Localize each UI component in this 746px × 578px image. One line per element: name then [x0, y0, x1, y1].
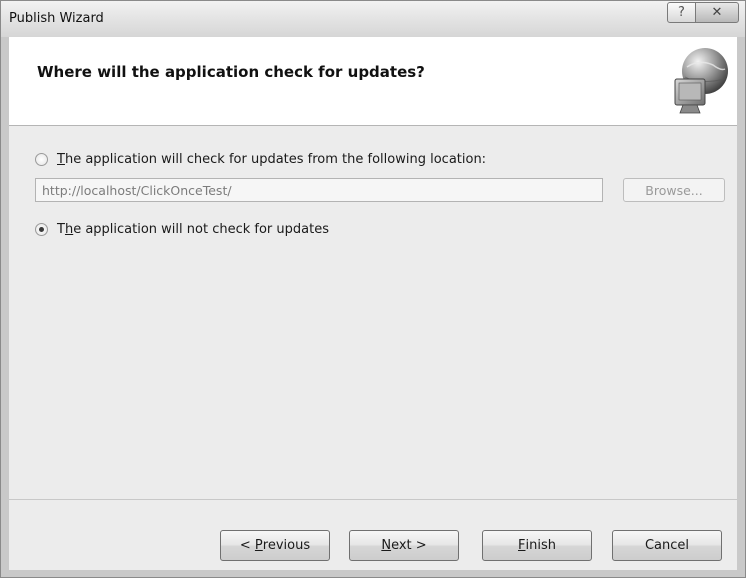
title-bar: Publish Wizard ? ✕ — [1, 1, 745, 37]
finish-button[interactable]: Finish — [482, 530, 592, 561]
no-check-option[interactable]: The application will not check for updat… — [35, 222, 329, 237]
help-icon: ? — [678, 5, 685, 20]
check-location-option[interactable]: The application will check for updates f… — [35, 152, 486, 167]
close-button[interactable]: ✕ — [695, 2, 739, 23]
previous-accel: P — [254, 538, 263, 553]
previous-label: revious — [262, 538, 311, 553]
page-title: Where will the application check for upd… — [37, 63, 425, 81]
no-check-prefix: T — [57, 222, 65, 237]
publish-wizard-dialog: Publish Wizard ? ✕ Where will the applic… — [0, 0, 746, 578]
no-check-text: e application will not check for updates — [73, 222, 329, 237]
wizard-footer: < Previous Next > Finish Cancel — [9, 499, 737, 570]
window-title: Publish Wizard — [9, 11, 104, 26]
check-location-radio[interactable] — [35, 153, 48, 166]
wizard-content: The application will check for updates f… — [9, 126, 737, 499]
finish-label: inish — [525, 538, 556, 553]
check-location-text: he application will check for updates fr… — [64, 152, 487, 167]
help-button[interactable]: ? — [667, 2, 696, 23]
update-location-input[interactable]: http://localhost/ClickOnceTest/ — [35, 178, 603, 202]
check-location-accel: T — [57, 152, 65, 167]
no-check-radio[interactable] — [35, 223, 48, 236]
check-location-label[interactable]: The application will check for updates f… — [57, 152, 486, 167]
browse-button[interactable]: Browse... — [623, 178, 725, 202]
close-icon: ✕ — [711, 5, 723, 20]
globe-computer-icon — [674, 48, 728, 114]
previous-button[interactable]: < Previous — [220, 530, 330, 561]
cancel-button[interactable]: Cancel — [612, 530, 722, 561]
radio-selected-dot — [39, 227, 44, 232]
no-check-label[interactable]: The application will not check for updat… — [57, 222, 329, 237]
previous-prefix: < — [239, 538, 255, 553]
next-label: ext > — [391, 538, 427, 553]
next-accel: N — [381, 538, 392, 553]
finish-accel: F — [518, 538, 526, 553]
next-button[interactable]: Next > — [349, 530, 459, 561]
no-check-accel: h — [64, 222, 74, 237]
wizard-header: Where will the application check for upd… — [9, 37, 737, 126]
